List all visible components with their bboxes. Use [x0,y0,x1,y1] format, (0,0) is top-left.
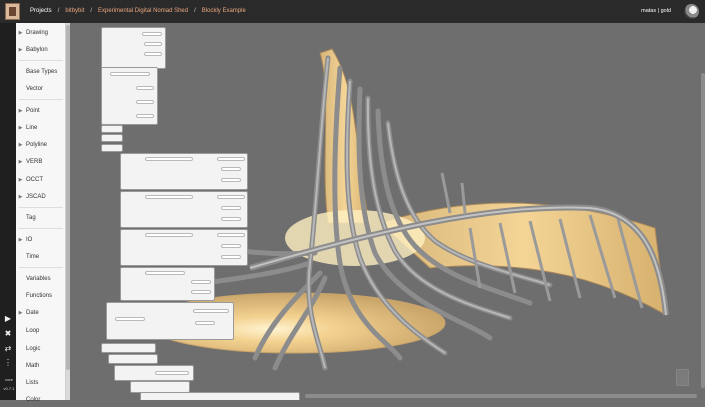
chevron-right-icon: ▶ [18,176,23,183]
top-bar: Projects / bitbybit / Experimental Digit… [0,0,705,23]
chevron-right-icon: ▶ [18,107,23,114]
category-polyline[interactable]: ▶ Polyline [16,137,66,152]
category-vector[interactable]: Vector [16,81,66,96]
chevron-right-icon: ▶ [18,193,23,200]
tools-icon[interactable]: ✖ [3,329,13,339]
app-logo[interactable] [5,3,20,20]
category-point[interactable]: ▶ Point [16,103,66,118]
version-number: v0.7.1 [3,386,15,391]
chevron-right-icon: ▶ [18,29,23,36]
chevron-right-icon: ▶ [18,141,23,148]
category-line[interactable]: ▶ Line [16,120,66,135]
divider [19,60,63,61]
category-functions[interactable]: Functions [16,288,66,303]
code-block[interactable] [106,302,234,340]
breadcrumb: Projects / bitbybit / Experimental Digit… [30,8,246,14]
category-drawing[interactable]: ▶ Drawing [16,25,66,40]
breadcrumb-separator: / [90,8,93,14]
code-block[interactable] [120,191,248,228]
code-block[interactable] [140,392,300,400]
category-tag[interactable]: Tag [16,210,66,225]
code-block[interactable] [120,229,248,266]
code-block[interactable] [101,134,123,142]
code-block[interactable] [101,343,156,353]
category-io[interactable]: ▶ IO [16,232,66,247]
trash-icon[interactable] [676,369,689,386]
divider [19,267,63,268]
divider [19,228,63,229]
category-variables[interactable]: Variables [16,271,66,286]
code-block[interactable] [120,267,215,301]
code-block[interactable] [114,365,194,381]
code-block[interactable] [101,144,123,152]
breadcrumb-separator: / [57,8,60,14]
category-occt[interactable]: ▶ OCCT [16,172,66,187]
category-base-types[interactable]: Base Types [16,64,66,79]
category-lists[interactable]: Lists [16,375,66,390]
category-loop[interactable]: Loop [16,323,66,338]
category-logic[interactable]: Logic [16,341,66,356]
swap-icon[interactable]: ⇄ [3,344,13,354]
workspace-horizontal-scrollbar[interactable] [305,394,697,398]
breadcrumb-bitbybit[interactable]: bitbybit [65,8,84,14]
breadcrumb-script[interactable]: Blockly Example [202,8,246,14]
breadcrumb-projects[interactable]: Projects [30,8,52,14]
workspace[interactable] [70,23,705,400]
code-block[interactable] [108,354,158,364]
more-icon[interactable]: ⋮ [3,358,13,368]
breadcrumb-separator: / [194,8,196,14]
block-category-sidebar: ▶ Drawing ▶ Babylon Base Types Vector ▶ Poi… [16,23,66,403]
divider [19,99,63,100]
chevron-right-icon: ▶ [18,309,23,316]
version-label: core [5,377,13,382]
divider [19,207,63,208]
category-date[interactable]: ▶ Date [16,305,66,320]
run-icon[interactable]: ▶ [3,314,13,324]
category-time[interactable]: Time [16,249,66,264]
category-jscad[interactable]: ▶ JSCAD [16,189,66,204]
category-verb[interactable]: ▶ VERB [16,154,66,169]
code-block[interactable] [101,125,123,133]
code-block[interactable] [101,27,166,69]
chevron-right-icon: ▶ [18,158,23,165]
chevron-right-icon: ▶ [18,236,23,243]
category-babylon[interactable]: ▶ Babylon [16,42,66,57]
blockly-blocks[interactable] [70,23,705,400]
category-math[interactable]: Math [16,358,66,373]
code-block[interactable] [101,67,158,125]
tool-strip: ▶ ✖ ⇄ ⋮ core v0.7.1 [0,23,16,400]
code-block[interactable] [120,153,248,190]
avatar[interactable] [684,4,699,19]
chevron-right-icon: ▶ [18,124,23,131]
chevron-right-icon: ▶ [18,46,23,53]
workspace-vertical-scrollbar[interactable] [701,73,705,388]
breadcrumb-project[interactable]: Experimental Digital Nomad Shed [98,8,188,14]
user-name[interactable]: matas | gold [641,8,671,14]
